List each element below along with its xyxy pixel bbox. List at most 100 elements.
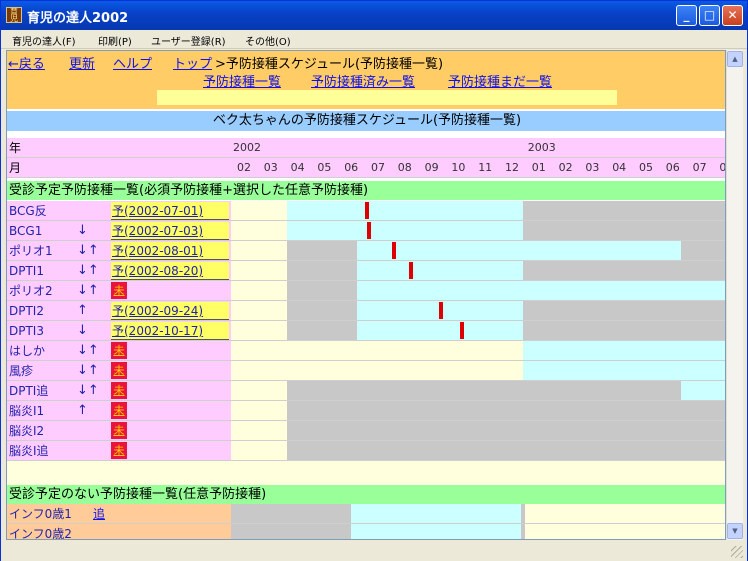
not-scheduled-badge[interactable]: 未 [111,342,127,359]
menu-file[interactable]: 育児の達人(F) [12,33,76,48]
resize-grip-icon[interactable] [731,546,743,558]
refresh-link[interactable]: 更新 [69,53,95,72]
vaccine-row: DPTI3 ↓ 予(2002-10-17) [7,321,725,341]
title-bar[interactable]: 育児 育児の達人2002 _ □ ✕ [1,1,747,30]
year-row: 年 2002 2003 [7,138,725,158]
vaccine-name[interactable]: DPTI3 [7,321,44,341]
month-cell: 05 [639,161,653,174]
subnav-all[interactable]: 予防接種一覧 [203,71,281,90]
vaccine-name[interactable]: 脳炎I2 [7,421,44,441]
interval-arrows-icon: ↓↑ [77,363,99,378]
help-link[interactable]: ヘルプ [113,53,152,72]
vaccine-name[interactable]: BCG1 [7,221,42,241]
timeline-bar [357,261,523,280]
not-scheduled-badge[interactable]: 未 [111,362,127,379]
scheduled-date-badge[interactable]: 予(2002-07-01) [111,202,229,220]
vaccine-row: ポリオ1 ↓↑ 予(2002-08-01) [7,241,725,261]
schedule-marker [408,262,413,279]
schedule-title: ベク太ちゃんの予防接種スケジュール(予防接種一覧) [7,111,725,131]
interval-arrows-icon: ↓↑ [77,343,99,358]
vaccine-name[interactable]: BCG反 [7,201,47,221]
nav-header: ←戻る 更新 ヘルプ トップ >予防接種スケジュール(予防接種一覧) 予防接種一… [7,51,725,109]
scheduled-date-badge[interactable]: 予(2002-09-24) [111,302,229,320]
add-link[interactable]: 追 [91,504,105,524]
year-2003: 2003 [527,141,556,154]
month-cell: 09 [424,161,439,174]
menu-register[interactable]: ユーザー登録(R) [151,33,226,48]
month-cell: 04 [612,161,627,174]
subnav-pending[interactable]: 予防接種まだ一覧 [448,71,552,90]
vaccine-row: DPTI2 ↑ 予(2002-09-24) [7,301,725,321]
close-button[interactable]: ✕ [722,5,743,26]
not-scheduled-badge[interactable]: 未 [111,442,127,459]
schedule-marker [459,322,464,339]
timeline-bar [357,321,523,340]
maximize-button[interactable]: □ [699,5,720,26]
timeline-bar [287,281,357,300]
scheduled-date-badge[interactable]: 予(2002-08-20) [111,262,229,280]
minimize-button[interactable]: _ [676,5,697,26]
timeline-bar [231,401,287,420]
menu-print[interactable]: 印刷(P) [98,33,132,48]
month-cell: 03 [585,161,600,174]
scheduled-date-badge[interactable]: 予(2002-10-17) [111,322,229,340]
month-cell: 04 [290,161,305,174]
back-link[interactable]: ←戻る [8,53,45,72]
interval-arrows-icon: ↑ [77,403,88,418]
schedule-marker [391,242,396,259]
timeline-bar [231,524,351,539]
menu-bar: 育児の達人(F) 印刷(P) ユーザー登録(R) その他(O) [1,30,747,49]
timeline-bar [357,241,681,260]
month-cell: 02 [558,161,573,174]
vaccine-row: 脳炎I2 未 [7,421,725,441]
scheduled-date-badge[interactable]: 予(2002-08-01) [111,242,229,260]
timeline-bar [287,241,357,260]
vaccine-name[interactable]: 風疹 [7,361,33,381]
not-scheduled-badge[interactable]: 未 [111,422,127,439]
timeline-bar [523,341,725,360]
vaccine-name[interactable]: DPTI2 [7,301,44,321]
schedule-marker [366,222,371,239]
year-label: 年 [9,141,22,155]
vaccine-name[interactable]: ポリオ1 [7,241,53,261]
scheduled-date-badge[interactable]: 予(2002-07-03) [111,222,229,240]
vaccine-name[interactable]: ポリオ2 [7,281,53,301]
timeline-bar [681,241,725,260]
timeline-bar [287,441,725,460]
optional-section-header: 受診予定のない予防接種一覧(任意予防接種) [7,485,725,504]
interval-arrows-icon: ↓↑ [77,283,99,298]
not-scheduled-badge[interactable]: 未 [111,382,127,399]
month-cell: 06 [665,161,680,174]
month-cell: 05 [317,161,332,174]
optional-vaccine-name[interactable]: インフ0歳2 [7,524,72,539]
subnav-done[interactable]: 予防接種済み一覧 [311,71,415,90]
vaccine-name[interactable]: DPTI1 [7,261,44,281]
interval-arrows-icon: ↓↑ [77,383,99,398]
app-window: 育児 育児の達人2002 _ □ ✕ 育児の達人(F) 印刷(P) ユーザー登録… [0,0,748,561]
timeline-bar [287,221,523,240]
year-2002: 2002 [233,141,261,154]
vaccine-row: BCG1 ↓ 予(2002-07-03) [7,221,725,241]
timeline-bar [523,261,725,280]
vaccine-row: 脳炎I1 ↑ 未 [7,401,725,421]
top-link[interactable]: トップ [173,53,212,72]
vaccine-name[interactable]: DPTI追 [7,381,48,401]
vaccine-name[interactable]: はしか [7,341,45,361]
spacer [7,461,725,485]
month-cell: 10 [451,161,466,174]
scroll-up-icon[interactable]: ▲ [727,51,743,67]
vertical-scrollbar[interactable] [726,50,743,540]
timeline-bar [681,381,725,400]
vaccine-name[interactable]: 脳炎I1 [7,401,44,421]
timeline-bar [231,504,351,523]
not-scheduled-badge[interactable]: 未 [111,402,127,419]
content-area: ←戻る 更新 ヘルプ トップ >予防接種スケジュール(予防接種一覧) 予防接種一… [6,50,726,540]
menu-other[interactable]: その他(O) [245,33,291,48]
optional-vaccine-name[interactable]: インフ0歳1 [7,504,72,524]
not-scheduled-badge[interactable]: 未 [111,282,127,299]
vaccine-name[interactable]: 脳炎I追 [7,441,49,461]
timeline-bar [287,381,681,400]
timeline-bar [231,441,287,460]
scroll-down-icon[interactable]: ▼ [727,523,743,539]
timeline-bar [231,421,287,440]
